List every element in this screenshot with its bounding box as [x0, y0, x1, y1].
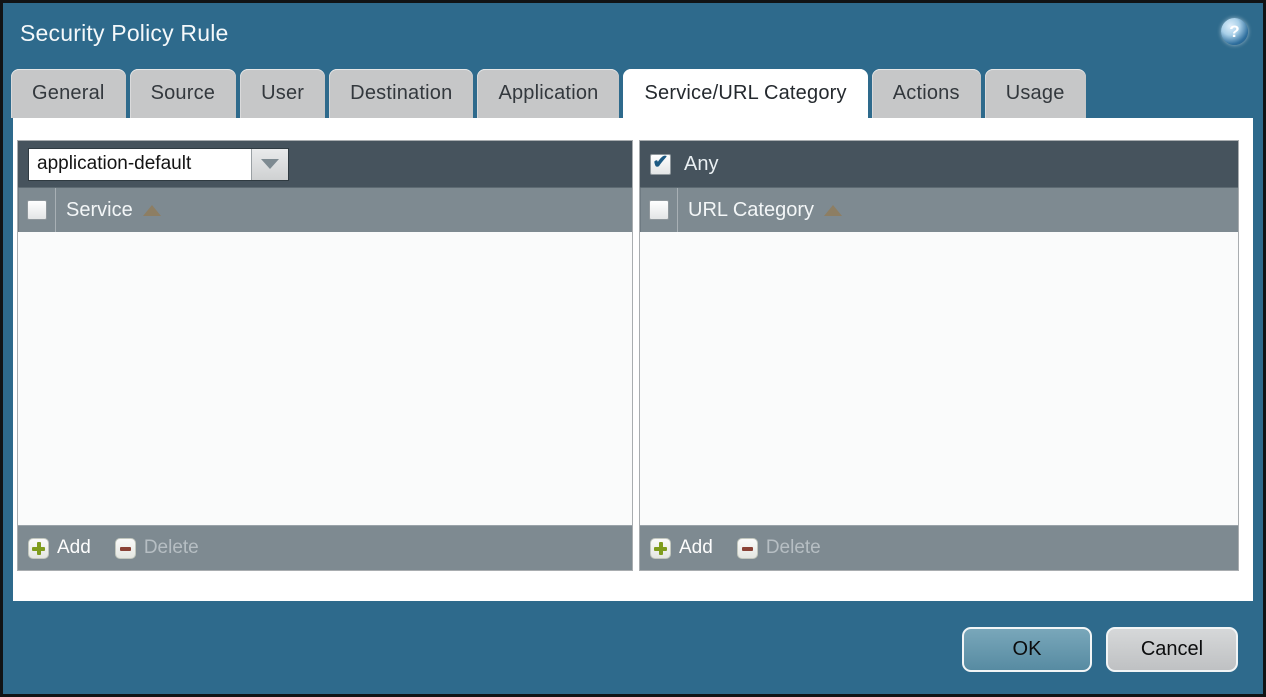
chevron-down-icon: [261, 159, 279, 169]
tab-general[interactable]: General: [11, 69, 126, 118]
ok-button[interactable]: OK: [962, 627, 1092, 672]
tab-user[interactable]: User: [240, 69, 325, 118]
url-category-column-label: URL Category: [688, 199, 814, 222]
sort-ascending-icon: [824, 205, 842, 216]
service-panel-footer: Add Delete: [18, 525, 632, 570]
any-label: Any: [684, 153, 718, 176]
url-category-panel-footer: Add Delete: [640, 525, 1238, 570]
service-toolbar: [18, 141, 632, 187]
url-category-table-header: URL Category: [640, 187, 1238, 232]
url-category-table-body[interactable]: [640, 232, 1238, 525]
url-category-add-label: Add: [679, 537, 713, 559]
tab-application[interactable]: Application: [477, 69, 619, 118]
any-checkbox[interactable]: [650, 154, 671, 175]
url-category-select-all-checkbox[interactable]: [649, 200, 669, 220]
tab-usage[interactable]: Usage: [985, 69, 1086, 118]
service-delete-button[interactable]: Delete: [115, 537, 199, 559]
service-table-body[interactable]: [18, 232, 632, 525]
minus-icon: [737, 538, 758, 559]
url-category-delete-label: Delete: [766, 537, 821, 559]
url-category-column-header[interactable]: URL Category: [678, 188, 842, 232]
service-type-input[interactable]: [29, 149, 251, 180]
service-delete-label: Delete: [144, 537, 199, 559]
service-column-label: Service: [66, 199, 133, 222]
service-add-label: Add: [57, 537, 91, 559]
service-select-all-checkbox[interactable]: [27, 200, 47, 220]
service-type-dropdown-button[interactable]: [251, 149, 288, 180]
tab-source[interactable]: Source: [130, 69, 237, 118]
plus-icon: [28, 538, 49, 559]
help-icon[interactable]: ?: [1221, 18, 1248, 45]
tab-destination[interactable]: Destination: [329, 69, 473, 118]
cancel-button[interactable]: Cancel: [1106, 627, 1238, 672]
minus-icon: [115, 538, 136, 559]
url-category-toolbar: Any: [640, 141, 1238, 187]
dialog-title: Security Policy Rule: [20, 20, 229, 47]
plus-icon: [650, 538, 671, 559]
tab-bar: General Source User Destination Applicat…: [11, 69, 1255, 118]
service-type-dropdown[interactable]: [28, 148, 289, 181]
tab-actions[interactable]: Actions: [872, 69, 981, 118]
tab-content-area: Service Add Delete Any: [13, 118, 1253, 601]
service-panel: Service Add Delete: [17, 140, 633, 571]
service-table-header: Service: [18, 187, 632, 232]
url-category-add-button[interactable]: Add: [650, 537, 713, 559]
url-category-panel: Any URL Category Add Delete: [639, 140, 1239, 571]
service-column-header[interactable]: Service: [56, 188, 161, 232]
tab-service-url-category[interactable]: Service/URL Category: [623, 69, 867, 118]
sort-ascending-icon: [143, 205, 161, 216]
service-add-button[interactable]: Add: [28, 537, 91, 559]
url-category-delete-button[interactable]: Delete: [737, 537, 821, 559]
